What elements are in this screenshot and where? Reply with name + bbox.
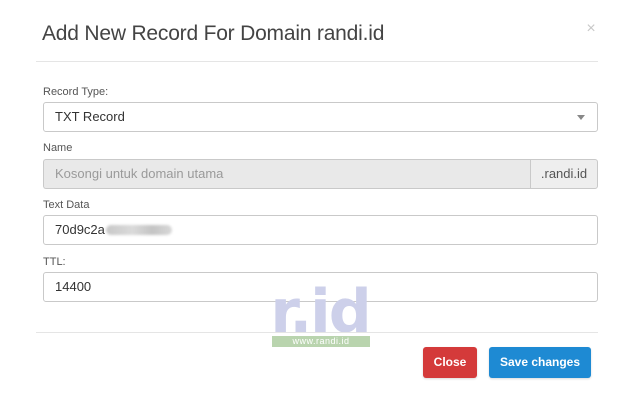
watermark-url: www.randi.id bbox=[272, 336, 370, 347]
name-input-group: Kosongi untuk domain utama .randi.id bbox=[43, 159, 598, 189]
record-type-select[interactable]: TXT Record bbox=[43, 102, 598, 132]
redacted-blur bbox=[105, 225, 172, 235]
text-data-label: Text Data bbox=[43, 199, 90, 211]
add-record-modal: Add New Record For Domain randi.id × Rec… bbox=[0, 0, 640, 400]
record-type-value: TXT Record bbox=[55, 109, 125, 124]
modal-title: Add New Record For Domain randi.id bbox=[42, 22, 385, 45]
text-data-value: 70d9c2a bbox=[55, 222, 105, 237]
chevron-down-icon bbox=[577, 115, 585, 120]
ttl-value: 14400 bbox=[55, 279, 92, 294]
record-type-label: Record Type: bbox=[43, 86, 109, 98]
name-label: Name bbox=[43, 142, 73, 154]
save-changes-button[interactable]: Save changes bbox=[489, 347, 591, 378]
text-data-input[interactable]: 70d9c2a bbox=[43, 215, 598, 245]
name-input[interactable]: Kosongi untuk domain utama bbox=[43, 159, 531, 189]
modal-header: Add New Record For Domain randi.id × bbox=[36, 0, 598, 62]
watermark-logo: r.id www.randi.id bbox=[270, 282, 372, 348]
domain-suffix-addon: .randi.id bbox=[530, 159, 598, 189]
footer-divider bbox=[36, 332, 598, 333]
close-button[interactable]: Close bbox=[423, 347, 477, 378]
close-icon[interactable]: × bbox=[584, 21, 598, 37]
ttl-label: TTL: bbox=[43, 256, 66, 268]
